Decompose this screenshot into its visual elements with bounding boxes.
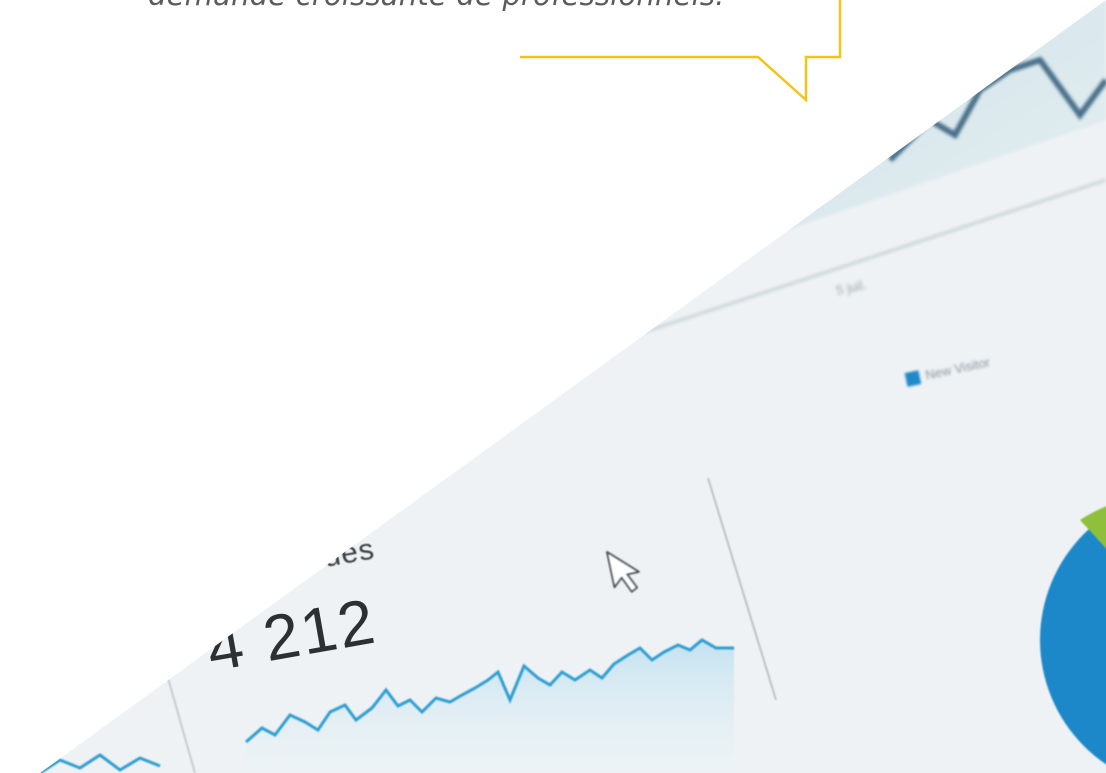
legend-swatch <box>904 369 922 387</box>
cursor-icon <box>606 551 640 593</box>
analytics-photo: s vues 4 212 5 juil. New Visitor <box>40 0 1106 773</box>
sparkline-line-partial <box>40 753 161 773</box>
background-chart-area <box>680 0 1106 260</box>
panel-divider <box>159 649 196 773</box>
page: demande croissante de professionnels. <box>0 0 1106 773</box>
quote-text: demande croissante de professionnels. <box>148 0 725 12</box>
background-axis-line <box>619 178 1106 342</box>
analytics-photo-drawing <box>40 0 1106 773</box>
